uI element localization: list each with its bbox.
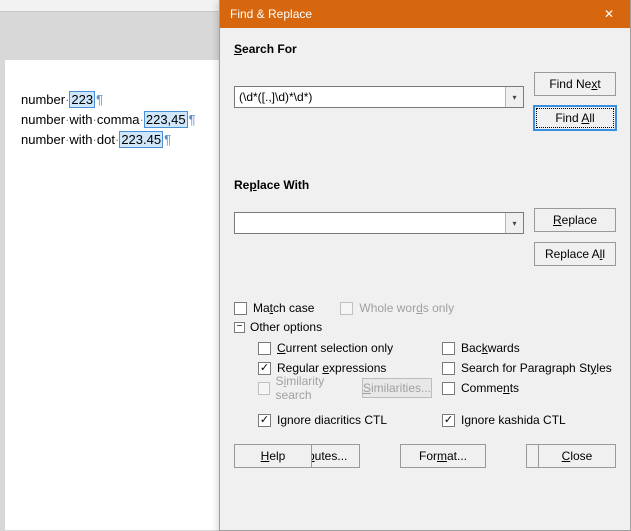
find-match: 223,45 xyxy=(144,111,188,128)
dialog-titlebar[interactable]: Find & Replace ✕ xyxy=(220,0,630,28)
replace-with-label: Replace With xyxy=(234,178,616,192)
comments-checkbox[interactable] xyxy=(442,382,455,395)
backwards-label[interactable]: Backwards xyxy=(461,341,520,355)
chevron-down-icon[interactable]: ▾ xyxy=(505,87,523,107)
ignore-diacritics-label[interactable]: Ignore diacritics CTL xyxy=(277,413,387,427)
help-button[interactable]: Help xyxy=(234,444,312,468)
other-options-expander[interactable]: − Other options xyxy=(234,320,616,334)
comments-label[interactable]: Comments xyxy=(461,381,519,395)
replace-all-button[interactable]: Replace All xyxy=(534,242,616,266)
current-selection-checkbox[interactable] xyxy=(258,342,271,355)
current-selection-label[interactable]: Current selection only xyxy=(277,341,393,355)
regex-label[interactable]: Regular expressions xyxy=(277,361,386,375)
close-button[interactable]: Close xyxy=(538,444,616,468)
doc-line: number·with·dot·223.45¶ xyxy=(21,130,203,150)
find-next-button[interactable]: Find Next xyxy=(534,72,616,96)
find-replace-dialog: Find & Replace ✕ Search For ▾ Find Next … xyxy=(219,0,631,531)
search-input-combo[interactable]: ▾ xyxy=(234,86,524,108)
similarity-label: Similarity search xyxy=(276,374,352,402)
find-all-button[interactable]: Find All xyxy=(534,106,616,130)
document-page[interactable]: number·223¶ number·with·comma·223,45¶ nu… xyxy=(5,60,219,530)
match-case-checkbox[interactable] xyxy=(234,302,247,315)
find-match: 223.45 xyxy=(119,131,163,148)
replace-input[interactable] xyxy=(234,212,524,234)
ignore-diacritics-checkbox[interactable] xyxy=(258,414,271,427)
close-icon[interactable]: ✕ xyxy=(596,4,622,24)
ignore-kashida-checkbox[interactable] xyxy=(442,414,455,427)
doc-line: number·223¶ xyxy=(21,90,203,110)
search-for-label: Search For xyxy=(234,42,616,56)
whole-words-checkbox xyxy=(340,302,353,315)
paragraph-styles-checkbox[interactable] xyxy=(442,362,455,375)
search-input[interactable] xyxy=(234,86,524,108)
replace-button[interactable]: Replace xyxy=(534,208,616,232)
dialog-title: Find & Replace xyxy=(230,7,312,21)
regex-checkbox[interactable] xyxy=(258,362,271,375)
find-match: 223 xyxy=(69,91,95,108)
match-case-label[interactable]: Match case xyxy=(253,301,314,315)
similarities-button: Similarities... xyxy=(362,378,432,398)
chevron-down-icon[interactable]: ▾ xyxy=(505,213,523,233)
doc-line: number·with·comma·223,45¶ xyxy=(21,110,203,130)
whole-words-label: Whole words only xyxy=(359,301,454,315)
replace-input-combo[interactable]: ▾ xyxy=(234,212,524,234)
backwards-checkbox[interactable] xyxy=(442,342,455,355)
similarity-checkbox xyxy=(258,382,270,395)
minus-icon: − xyxy=(234,322,245,333)
paragraph-styles-label[interactable]: Search for Paragraph Styles xyxy=(461,361,612,375)
ignore-kashida-label[interactable]: Ignore kashida CTL xyxy=(461,413,566,427)
